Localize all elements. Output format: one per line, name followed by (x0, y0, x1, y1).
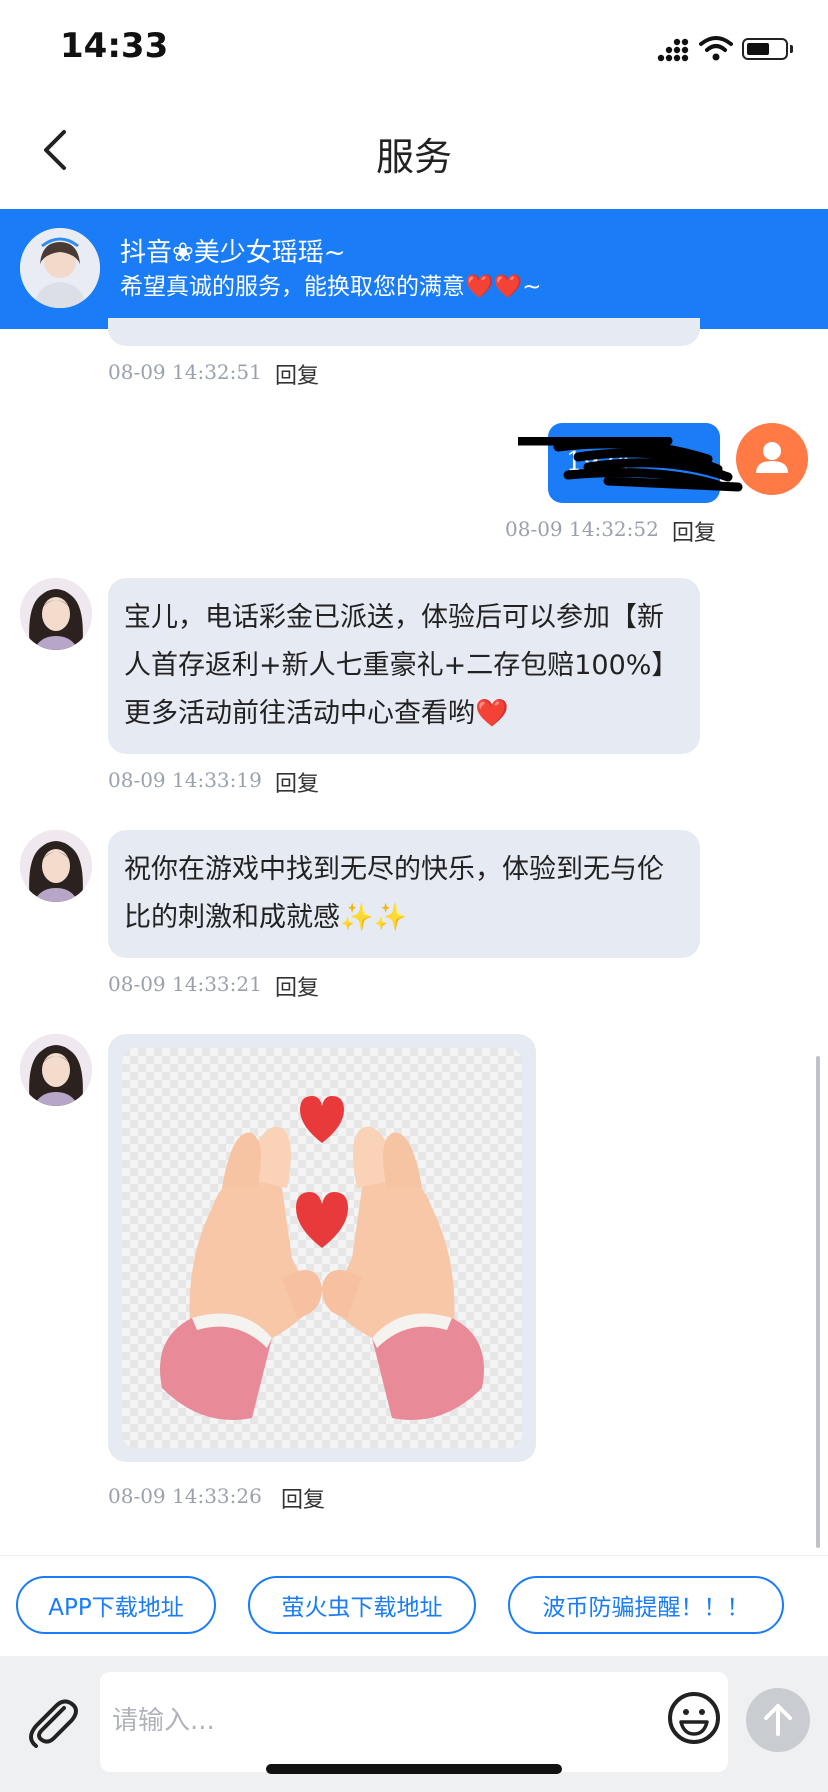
user-message-bubble: 1924 (518, 423, 743, 503)
user-avatar-icon (736, 423, 808, 495)
send-arrow-icon (764, 1704, 792, 1736)
input-placeholder: 请输入... (112, 1706, 215, 1736)
quick-button-app-download[interactable]: APP下载地址 (16, 1576, 216, 1634)
message-timestamp: 08-09 14:33:21 (108, 972, 262, 996)
paperclip-icon[interactable] (24, 1694, 80, 1750)
agent-avatar (20, 1034, 92, 1106)
message-timestamp: 08-09 14:33:26 (108, 1484, 262, 1508)
agent-name: 抖音❀美少女瑶瑶~ (120, 238, 346, 268)
reply-link[interactable]: 回复 (275, 766, 319, 798)
message-timestamp: 08-09 14:32:52 (505, 517, 659, 541)
home-indicator (266, 1764, 562, 1774)
reply-link[interactable]: 回复 (281, 1482, 325, 1514)
quick-button-anti-fraud[interactable]: 波币防骗提醒！！！ (508, 1576, 784, 1634)
image-message-bubble[interactable] (108, 1034, 536, 1462)
status-time: 14:33 (60, 26, 169, 66)
emoji-icon[interactable] (666, 1690, 722, 1746)
page-title: 服务 (375, 135, 452, 179)
agent-motto: 希望真诚的服务，能换取您的满意❤️❤️~ (120, 274, 542, 300)
heart-hands-sticker (122, 1048, 522, 1448)
message-bubble (108, 318, 700, 346)
agent-avatar (20, 830, 92, 902)
agent-avatar (20, 228, 100, 308)
reply-link[interactable]: 回复 (275, 970, 319, 1002)
message-text: 祝你在游戏中找到无尽的快乐，体验到无与伦比的刺激和成就感✨✨ (124, 854, 664, 933)
message-timestamp: 08-09 14:32:51 (108, 360, 262, 384)
quick-button-firefly-download[interactable]: 萤火虫下载地址 (248, 1576, 476, 1634)
reply-link[interactable]: 回复 (275, 358, 319, 390)
agent-avatar (20, 578, 92, 650)
redaction-scribble (518, 437, 743, 492)
wifi-icon (699, 36, 733, 61)
message-text: 宝儿，电话彩金已派送，体验后可以参加【新人首存返利+新人七重豪礼+二存包赔100… (124, 602, 679, 729)
message-timestamp: 08-09 14:33:19 (108, 768, 262, 792)
reply-link[interactable]: 回复 (672, 515, 716, 547)
signal-icon (657, 38, 689, 62)
message-bubble: 宝儿，电话彩金已派送，体验后可以参加【新人首存返利+新人七重豪礼+二存包赔100… (108, 578, 700, 754)
send-button[interactable] (746, 1688, 810, 1752)
battery-cap (790, 45, 793, 53)
message-bubble: 祝你在游戏中找到无尽的快乐，体验到无与伦比的刺激和成就感✨✨ (108, 830, 700, 958)
battery-icon (742, 38, 788, 60)
scrollbar[interactable] (816, 1056, 820, 1548)
